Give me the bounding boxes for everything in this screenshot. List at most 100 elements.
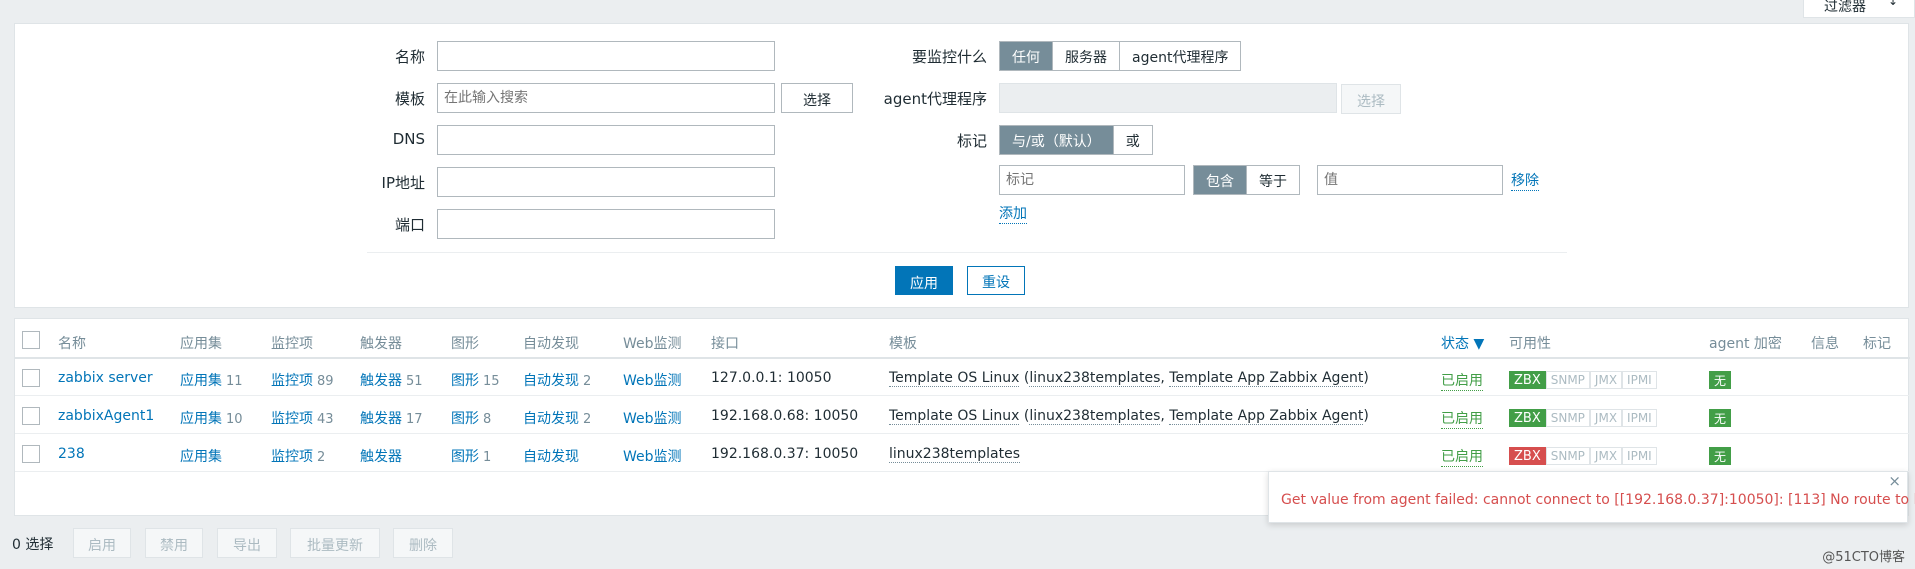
tag-add-link[interactable]: 添加: [999, 203, 1027, 224]
error-popup: × Get value from agent failed: cannot co…: [1268, 471, 1915, 523]
tag-mode-and-or[interactable]: 与/或（默认）: [1000, 126, 1113, 154]
applications-link[interactable]: 应用集: [180, 446, 226, 466]
col-triggers: 触发器: [360, 336, 402, 352]
row-checkbox[interactable]: [22, 445, 40, 463]
template-select-button[interactable]: 选择: [781, 83, 853, 113]
col-interface: 接口: [711, 336, 739, 352]
proxy-label: agent代理程序: [883, 90, 987, 108]
tag-op-contains[interactable]: 包含: [1194, 166, 1246, 194]
template-link[interactable]: linux238templates: [889, 446, 1021, 463]
status-enabled-link[interactable]: 已启用: [1441, 446, 1483, 467]
monitor-option-any[interactable]: 任何: [1000, 42, 1052, 70]
col-info: 信息: [1811, 336, 1839, 352]
interface-value: 192.168.0.68: 10050: [711, 408, 859, 424]
template-link[interactable]: linux238templates: [1029, 370, 1161, 387]
tag-operator-segment: 包含 等于: [1193, 165, 1300, 195]
web-link[interactable]: Web监测: [623, 370, 682, 390]
host-name-link[interactable]: 238: [58, 446, 85, 462]
filter-panel: 名称 模板 选择 DNS IP地址 端口 要监控什么 任何 服务器 agent代…: [14, 23, 1909, 308]
enable-button[interactable]: 启用: [73, 528, 131, 558]
ip-input[interactable]: [437, 167, 775, 197]
mass-update-button[interactable]: 批量更新: [290, 528, 380, 558]
template-link[interactable]: Template OS Linux: [889, 370, 1020, 387]
ipmi-badge: IPMI: [1622, 447, 1657, 465]
ipmi-badge: IPMI: [1622, 409, 1657, 427]
monitor-segment: 任何 服务器 agent代理程序: [999, 41, 1242, 71]
items-link[interactable]: 监控项 89: [271, 370, 334, 390]
header-divider: [15, 357, 1910, 359]
reset-button[interactable]: 重设: [967, 266, 1025, 295]
monitor-label: 要监控什么: [911, 48, 987, 66]
col-availability: 可用性: [1509, 336, 1551, 352]
filter-tab[interactable]: 过滤器 ↓: [1803, 0, 1915, 18]
zbx-badge: ZBX: [1509, 371, 1546, 389]
proxy-select-button: 选择: [1341, 84, 1401, 114]
host-name-link[interactable]: zabbixAgent1: [58, 408, 154, 424]
name-label: 名称: [394, 48, 425, 66]
name-input[interactable]: [437, 41, 775, 71]
tag-mode-segment: 与/或（默认） 或: [999, 125, 1153, 155]
zbx-badge[interactable]: ZBX: [1509, 447, 1546, 465]
error-message: Get value from agent failed: cannot conn…: [1281, 492, 1915, 508]
dns-input[interactable]: [437, 125, 775, 155]
applications-link[interactable]: 应用集 10: [180, 408, 243, 428]
jmx-badge: JMX: [1589, 409, 1623, 427]
encryption-badge: 无: [1709, 447, 1731, 465]
tag-value-input[interactable]: [1317, 165, 1503, 195]
status-enabled-link[interactable]: 已启用: [1441, 370, 1483, 391]
template-input[interactable]: [437, 83, 775, 113]
monitor-option-server[interactable]: 服务器: [1052, 42, 1119, 70]
row-checkbox[interactable]: [22, 407, 40, 425]
port-label: 端口: [394, 216, 425, 234]
tag-mode-or[interactable]: 或: [1112, 126, 1152, 154]
web-link[interactable]: Web监测: [623, 408, 682, 428]
jmx-badge: JMX: [1589, 371, 1623, 389]
template-link[interactable]: linux238templates: [1029, 408, 1161, 425]
delete-button[interactable]: 删除: [393, 528, 453, 558]
disable-button[interactable]: 禁用: [145, 528, 203, 558]
filter-divider: [367, 252, 1567, 253]
availability-badges: ZBX SNMP JMX IPMI: [1509, 371, 1657, 389]
col-discovery: 自动发现: [523, 336, 579, 352]
apply-button[interactable]: 应用: [895, 266, 953, 295]
discovery-link[interactable]: 自动发现 2: [523, 370, 591, 390]
graphs-link[interactable]: 图形 8: [451, 408, 491, 428]
status-enabled-link[interactable]: 已启用: [1441, 408, 1483, 429]
items-link[interactable]: 监控项 2: [271, 446, 325, 466]
encryption-badge: 无: [1709, 371, 1731, 389]
graphs-link[interactable]: 图形 15: [451, 370, 500, 390]
close-icon[interactable]: ×: [1888, 472, 1901, 490]
triggers-link[interactable]: 触发器 51: [360, 370, 423, 390]
col-graphs: 图形: [451, 336, 479, 352]
port-input[interactable]: [437, 209, 775, 239]
triggers-link[interactable]: 触发器 17: [360, 408, 423, 428]
templates-cell: Template OS Linux (linux238templates, Te…: [889, 408, 1369, 425]
template-link[interactable]: Template OS Linux: [889, 408, 1020, 425]
monitor-option-agent[interactable]: agent代理程序: [1119, 42, 1241, 70]
tag-remove-link[interactable]: 移除: [1511, 170, 1539, 191]
col-name[interactable]: 名称: [58, 333, 86, 353]
discovery-link[interactable]: 自动发现 2: [523, 408, 591, 428]
graphs-link[interactable]: 图形 1: [451, 446, 491, 466]
host-name-link[interactable]: zabbix server: [58, 370, 153, 386]
filter-toggle-icon[interactable]: ↓: [1888, 0, 1898, 8]
tag-input[interactable]: [999, 165, 1185, 195]
web-link[interactable]: Web监测: [623, 446, 682, 466]
watermark: @51CTO博客: [1822, 550, 1905, 565]
tag-op-equals[interactable]: 等于: [1246, 166, 1299, 194]
applications-link[interactable]: 应用集 11: [180, 370, 243, 390]
export-button[interactable]: 导出: [217, 528, 277, 558]
col-status[interactable]: 状态 ▼: [1441, 333, 1484, 353]
tags-label: 标记: [956, 132, 987, 150]
template-link[interactable]: Template App Zabbix Agent: [1169, 370, 1364, 387]
template-link[interactable]: Template App Zabbix Agent: [1169, 408, 1364, 425]
interface-value: 127.0.0.1: 10050: [711, 370, 832, 386]
discovery-link[interactable]: 自动发现: [523, 446, 583, 466]
select-all-checkbox[interactable]: [22, 331, 40, 349]
col-applications: 应用集: [180, 336, 222, 352]
snmp-badge: SNMP: [1545, 409, 1590, 427]
row-checkbox[interactable]: [22, 369, 40, 387]
triggers-link[interactable]: 触发器: [360, 446, 406, 466]
selected-count: 0 选择: [12, 537, 54, 553]
items-link[interactable]: 监控项 43: [271, 408, 334, 428]
